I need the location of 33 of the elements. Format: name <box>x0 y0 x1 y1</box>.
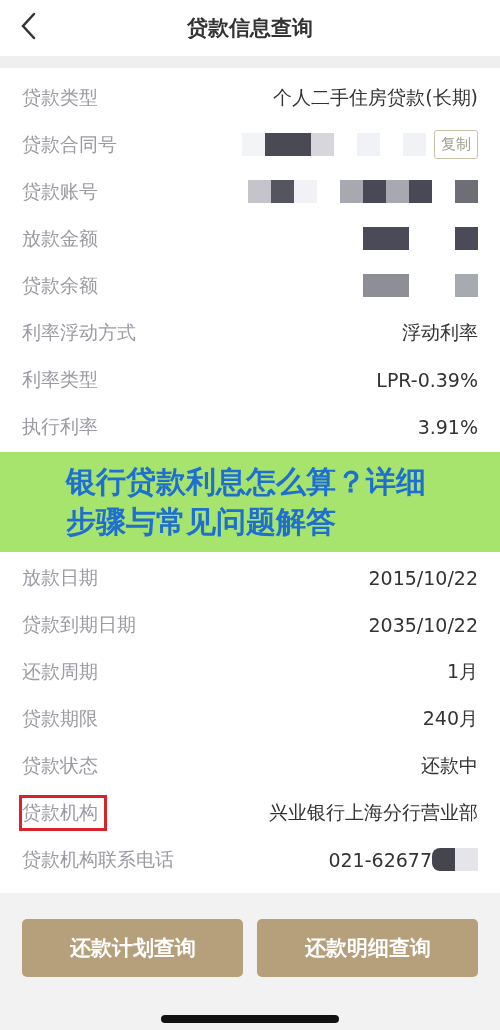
copy-button[interactable]: 复制 <box>434 130 478 159</box>
field-value: 3.91% <box>417 415 478 438</box>
field-value: LPR-0.39% <box>376 368 478 391</box>
field-label: 贷款期限 <box>21 705 99 731</box>
field-label: 贷款类型 <box>21 84 99 110</box>
field-label: 贷款机构联系电话 <box>21 846 175 872</box>
field-label: 放款日期 <box>21 564 99 590</box>
field-label: 还款周期 <box>21 658 99 684</box>
banner-title: 银行贷款利息怎么算？详细步骤与常见问题解答 <box>66 463 427 541</box>
field-label: 贷款余额 <box>21 272 99 298</box>
field-value: 浮动利率 <box>402 319 478 345</box>
field-label: 贷款合同号 <box>21 131 118 157</box>
field-label: 贷款到期日期 <box>21 611 137 637</box>
field-label: 利率类型 <box>21 366 99 392</box>
field-value: 240月 <box>422 705 478 731</box>
field-value: 个人二手住房贷款(长期) <box>273 84 478 110</box>
field-label: 利率浮动方式 <box>21 319 137 345</box>
query-button[interactable]: 还款明细查询 <box>257 919 478 977</box>
field-label: 贷款机构 <box>19 794 107 831</box>
field-value: 2035/10/22 <box>368 613 478 636</box>
query-button[interactable]: 还款计划查询 <box>22 919 243 977</box>
field-value: 2015/10/22 <box>368 566 478 589</box>
field-label: 贷款状态 <box>21 752 99 778</box>
field-value: 1月 <box>446 658 478 684</box>
redaction-block <box>432 848 478 871</box>
field-value: 021-62677 <box>328 848 432 871</box>
field-label: 贷款账号 <box>21 178 99 204</box>
field-label: 放款金额 <box>21 225 99 251</box>
page-title: 贷款信息查询 <box>187 15 313 42</box>
field-value: 兴业银行上海分行营业部 <box>269 799 478 825</box>
field-value: 还款中 <box>421 752 478 778</box>
field-label: 执行利率 <box>21 413 99 439</box>
back-icon <box>20 12 36 40</box>
